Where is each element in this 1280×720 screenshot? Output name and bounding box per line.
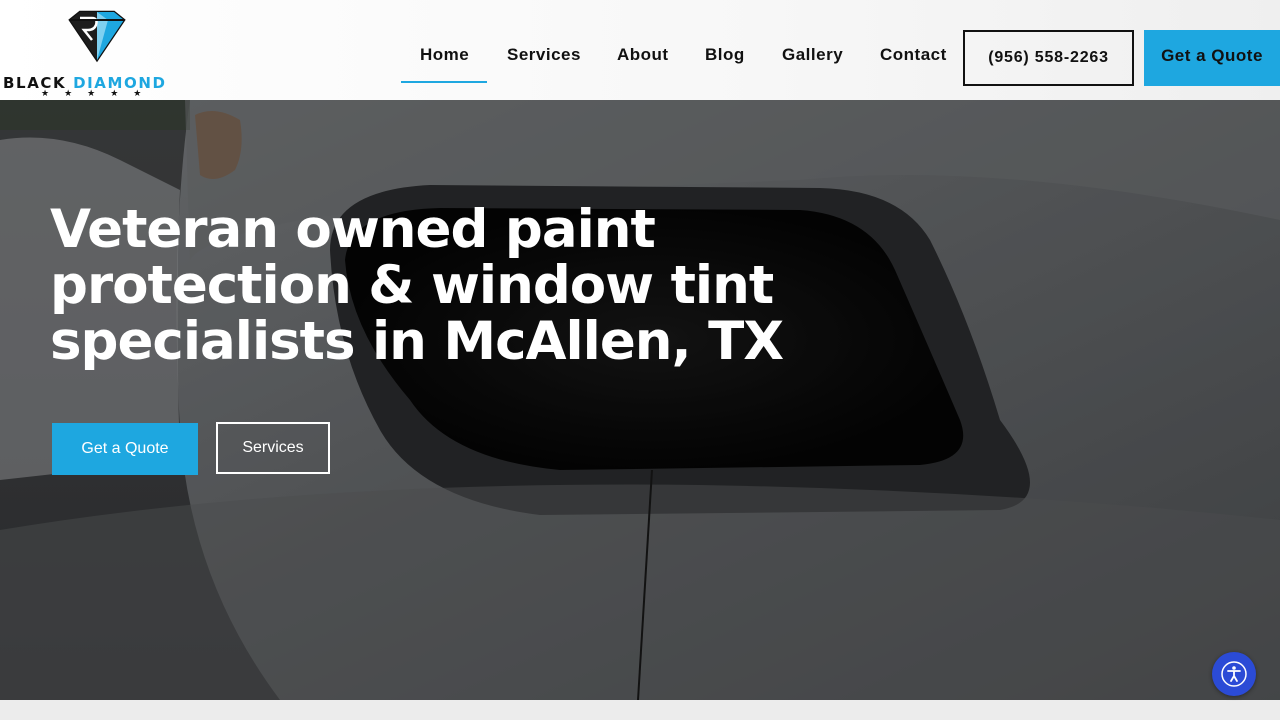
brand-stars: ★★★★★ — [41, 88, 157, 98]
nav-item-about[interactable]: About — [617, 45, 669, 67]
accessibility-icon — [1221, 661, 1247, 687]
nav-item-contact[interactable]: Contact — [880, 45, 947, 67]
nav-item-services[interactable]: Services — [507, 45, 581, 67]
hero-title-line-2: protection & window tint — [50, 255, 774, 316]
nav-item-blog[interactable]: Blog — [705, 45, 745, 67]
hero-title: Veteran owned paint protection & window … — [50, 202, 850, 370]
nav-active-indicator — [401, 81, 487, 83]
get-quote-header-button[interactable]: Get a Quote — [1144, 30, 1280, 86]
site-header: BLACK DIAMOND ★★★★★ Home Services About … — [0, 0, 1280, 100]
page-bottom-strip — [0, 700, 1280, 720]
hero-dark-overlay — [0, 100, 1280, 700]
services-hero-button[interactable]: Services — [216, 422, 330, 474]
accessibility-button[interactable] — [1212, 652, 1256, 696]
nav-item-home[interactable]: Home — [420, 45, 469, 67]
hero-section: Veteran owned paint protection & window … — [0, 100, 1280, 700]
hero-title-line-3: specialists in McAllen, TX — [50, 311, 784, 372]
hero-title-line-1: Veteran owned paint — [50, 199, 656, 260]
phone-button[interactable]: (956) 558-2263 — [963, 30, 1134, 86]
diamond-logo-icon — [68, 10, 126, 63]
nav-item-gallery[interactable]: Gallery — [782, 45, 843, 67]
get-quote-hero-button[interactable]: Get a Quote — [52, 423, 198, 475]
brand-logo[interactable]: BLACK DIAMOND ★★★★★ — [0, 8, 196, 98]
